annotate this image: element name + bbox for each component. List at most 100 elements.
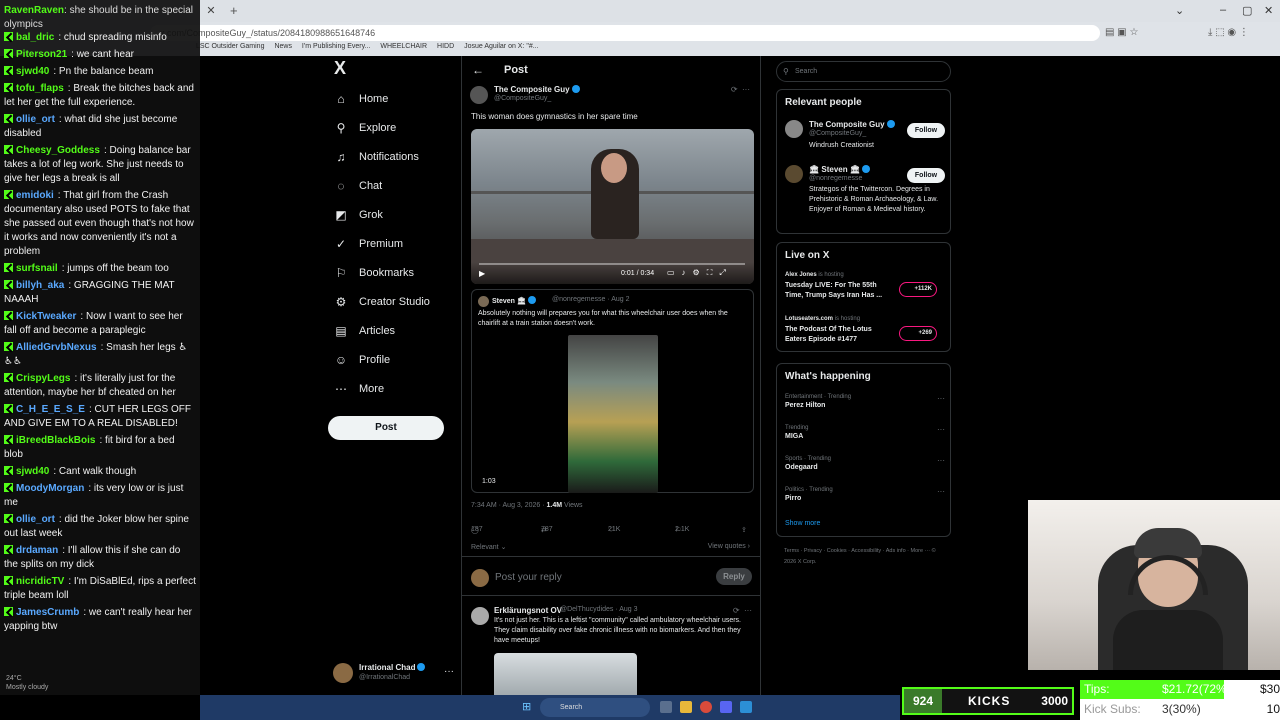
chat-username[interactable]: ollie_ort: [16, 114, 55, 125]
chat-username[interactable]: drdaman: [16, 545, 58, 556]
chat-username[interactable]: AlliedGrvbNexus: [16, 342, 97, 353]
file-explorer-icon[interactable]: [680, 701, 692, 713]
chat-username[interactable]: sjwd40: [16, 466, 49, 477]
close-window-button[interactable]: ✕: [1264, 4, 1273, 17]
nav-item-creator-studio[interactable]: ⚙ Creator Studio: [320, 287, 460, 316]
follow-button[interactable]: Follow: [907, 168, 945, 183]
reply-menu-icons[interactable]: ⟳ ···: [733, 606, 752, 615]
nav-item-more[interactable]: ⋯ More: [320, 374, 460, 403]
video-player[interactable]: ▶ 0:01 / 0:34 ▭♪⚙⛶⤢: [471, 129, 754, 284]
chat-username[interactable]: C_H_E_E_S_E: [16, 404, 85, 415]
sort-dropdown[interactable]: Relevant ⌄: [471, 543, 506, 551]
chat-username[interactable]: iBreedBlackBois: [16, 435, 95, 446]
nav-item-profile[interactable]: ☺ Profile: [320, 345, 460, 374]
reply-button[interactable]: Reply: [716, 568, 752, 585]
footer-links[interactable]: Terms · Privacy · Cookies · Accessibilit…: [784, 546, 949, 568]
nav-item-home[interactable]: ⌂ Home: [320, 84, 460, 113]
windows-start-icon[interactable]: ⊞: [522, 701, 534, 713]
account-switcher[interactable]: Irrational Chad @IrrationalChad ···: [333, 663, 458, 687]
chat-username[interactable]: MoodyMorgan: [16, 483, 84, 494]
quote-video-thumbnail[interactable]: [568, 335, 658, 493]
reply-avatar[interactable]: [471, 607, 489, 625]
browser-tab[interactable]: ✕: [200, 2, 222, 20]
chat-username[interactable]: billyh_aka: [16, 280, 64, 291]
weather-widget[interactable]: 24°C Mostly cloudy: [0, 670, 200, 695]
nav-item-chat[interactable]: ◌ Chat: [320, 171, 460, 200]
back-arrow-icon[interactable]: ←: [472, 63, 484, 77]
taskbar-search[interactable]: Search: [540, 698, 650, 717]
reply-input[interactable]: Post your reply: [495, 572, 562, 583]
post-menu-icons[interactable]: ⟳ ···: [731, 85, 750, 94]
video-progress-bar[interactable]: [479, 263, 745, 265]
bookmark-item[interactable]: Josue Aguilar on X: "#...: [464, 43, 538, 50]
more-icon[interactable]: ···: [937, 456, 945, 465]
trend-name: Odegaard: [785, 464, 818, 471]
chat-username[interactable]: sjwd40: [16, 66, 49, 77]
nav-item-premium[interactable]: ✓ Premium: [320, 229, 460, 258]
view-quotes-link[interactable]: View quotes ›: [708, 543, 750, 550]
task-view-icon[interactable]: [660, 701, 672, 713]
nav-item-articles[interactable]: ▤ Articles: [320, 316, 460, 345]
new-tab-button[interactable]: +: [230, 3, 238, 18]
chat-username[interactable]: KickTweaker: [16, 311, 76, 322]
chat-username[interactable]: nicridicTV: [16, 576, 64, 587]
chat-username[interactable]: JamesCrumb: [16, 607, 79, 618]
chrome-icon[interactable]: [700, 701, 712, 713]
author-name-wrap[interactable]: The Composite Guy: [494, 85, 580, 94]
trend-item[interactable]: Politics · Trending Pirro ···: [785, 487, 945, 502]
author-handle[interactable]: @CompositeGuy_: [494, 95, 551, 102]
play-icon[interactable]: ▶: [479, 269, 485, 278]
kick-badge-icon: [4, 373, 13, 382]
reply-post[interactable]: Erklärungsnot OV @DelThucydides · Aug 3 …: [462, 601, 760, 696]
show-more-link[interactable]: Show more: [785, 520, 820, 527]
author-avatar[interactable]: [470, 86, 488, 104]
chat-username[interactable]: CrispyLegs: [16, 373, 70, 384]
live-item[interactable]: Lotuseaters.com is hosting The Podcast O…: [785, 316, 945, 345]
toolbar-icons[interactable]: ⤓ ⬚ ◉ ⋮: [1208, 27, 1249, 38]
app-icon[interactable]: [740, 701, 752, 713]
extension-icons[interactable]: ▤ ▣ ☆: [1105, 27, 1138, 38]
search-input[interactable]: ⚲ Search: [776, 61, 951, 82]
nav-item-explore[interactable]: ⚲ Explore: [320, 113, 460, 142]
bookmark-item[interactable]: HIDD: [437, 43, 454, 50]
bookmark-item[interactable]: I'm Publishing Every...: [302, 43, 371, 50]
share-icon[interactable]: ⇪: [741, 526, 747, 534]
trend-item[interactable]: Entertainment · Trending Perez Hilton ··…: [785, 394, 945, 409]
search-icon: ⚲: [783, 67, 789, 76]
video-control-icons[interactable]: ▭♪⚙⛶⤢: [667, 268, 733, 278]
chat-username[interactable]: emidoki: [16, 190, 54, 201]
chat-username[interactable]: surfsnail: [16, 263, 58, 274]
chat-username[interactable]: Piterson21: [16, 49, 67, 60]
bookmark-item[interactable]: WHEELCHAIR: [380, 43, 427, 50]
nav-item-grok[interactable]: ◩ Grok: [320, 200, 460, 229]
post-button[interactable]: Post: [328, 416, 444, 440]
more-options-icon[interactable]: ···: [444, 666, 454, 677]
x-logo[interactable]: X: [320, 58, 360, 84]
nav-item-notifications[interactable]: ♫ Notifications: [320, 142, 460, 171]
nav-item-bookmarks[interactable]: ⚐ Bookmarks: [320, 258, 460, 287]
bookmark-item[interactable]: LSC Outsider Gaming: [196, 43, 264, 50]
chat-username[interactable]: Cheesy_Goddess: [16, 145, 100, 156]
chat-username[interactable]: ollie_ort: [16, 514, 55, 525]
bookmark-count: 2.1K: [675, 526, 690, 533]
tab-list-icon[interactable]: ⌄: [1175, 4, 1184, 17]
more-icon[interactable]: ···: [937, 487, 945, 496]
chat-username[interactable]: bal_dric: [16, 32, 54, 43]
sort-label: Relevant: [471, 544, 499, 551]
follow-button[interactable]: Follow: [907, 123, 945, 138]
chat-username[interactable]: tofu_flaps: [16, 83, 64, 94]
reply-image[interactable]: [494, 653, 637, 696]
more-icon[interactable]: ···: [937, 394, 945, 403]
live-host: Alex Jones is hosting: [785, 272, 945, 278]
more-icon[interactable]: ···: [937, 425, 945, 434]
bookmark-item[interactable]: News: [274, 43, 292, 50]
trend-item[interactable]: Sports · Trending Odegaard ···: [785, 456, 945, 471]
trend-item[interactable]: Trending MIGA ···: [785, 425, 945, 440]
live-item[interactable]: Alex Jones is hosting Tuesday LIVE: For …: [785, 272, 945, 301]
reply-author[interactable]: Erklärungsnot OV: [494, 606, 562, 615]
maximize-button[interactable]: ▢: [1242, 4, 1252, 17]
quoted-post[interactable]: Steven 🏛 @nonregemesse · Aug 2 Absolutel…: [471, 289, 754, 493]
discord-icon[interactable]: [720, 701, 732, 713]
address-bar[interactable]: x.com/CompositeGuy_/status/2084180988651…: [150, 25, 1100, 41]
minimize-button[interactable]: –: [1220, 4, 1226, 16]
